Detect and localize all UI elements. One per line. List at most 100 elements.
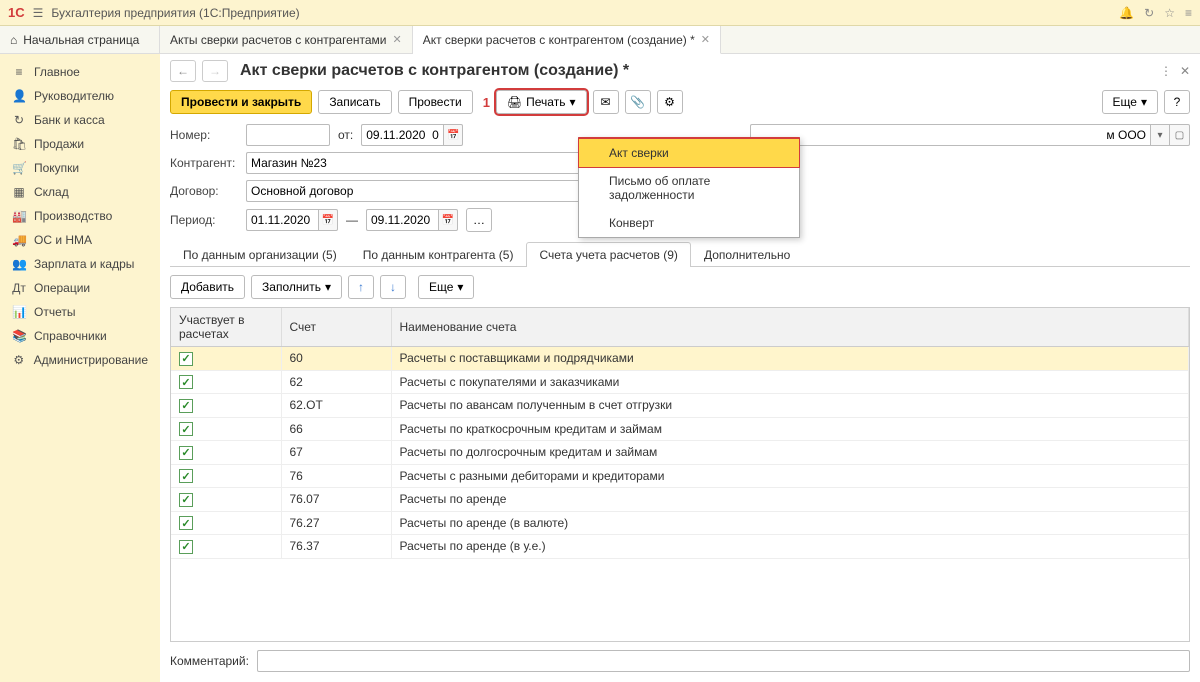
inner-tab[interactable]: По данным контрагента (5) bbox=[350, 242, 527, 267]
table-row[interactable]: ✓62.ОТРасчеты по авансам полученным в сч… bbox=[171, 394, 1189, 418]
envelope-icon: ✉ bbox=[600, 95, 610, 109]
post-and-close-button[interactable]: Провести и закрыть bbox=[170, 90, 312, 114]
table-row[interactable]: ✓76.07Расчеты по аренде bbox=[171, 488, 1189, 512]
column-header[interactable]: Участвует в расчетах bbox=[171, 308, 281, 347]
period-label: Период: bbox=[170, 213, 238, 227]
save-button[interactable]: Записать bbox=[318, 90, 391, 114]
forward-button[interactable]: → bbox=[202, 60, 228, 82]
period-from-input[interactable] bbox=[246, 209, 318, 231]
table-row[interactable]: ✓66Расчеты по краткосрочным кредитам и з… bbox=[171, 417, 1189, 441]
sidebar-label: Руководителю bbox=[34, 89, 114, 103]
name-cell: Расчеты по аренде (в у.е.) bbox=[391, 535, 1189, 559]
checkbox[interactable]: ✓ bbox=[179, 446, 193, 460]
sidebar-item[interactable]: 👥Зарплата и кадры bbox=[0, 252, 160, 276]
number-input[interactable] bbox=[246, 124, 330, 146]
sidebar-icon: 🛒 bbox=[12, 161, 26, 175]
process-button[interactable]: ⚙ bbox=[657, 90, 683, 114]
email-button[interactable]: ✉ bbox=[593, 90, 619, 114]
post-button[interactable]: Провести bbox=[398, 90, 473, 114]
attach-button[interactable]: 📎 bbox=[625, 90, 651, 114]
organization-input[interactable] bbox=[750, 124, 1150, 146]
print-menu-item[interactable]: Конверт bbox=[579, 209, 799, 237]
fill-label: Заполнить bbox=[262, 280, 321, 294]
table-row[interactable]: ✓67Расчеты по долгосрочным кредитам и за… bbox=[171, 441, 1189, 465]
history-icon[interactable]: ↻ bbox=[1144, 6, 1154, 20]
name-cell: Расчеты по аренде (в валюте) bbox=[391, 511, 1189, 535]
comment-input[interactable] bbox=[257, 650, 1190, 672]
home-tab[interactable]: ⌂ Начальная страница bbox=[0, 26, 160, 53]
sidebar-icon: 🛍 bbox=[12, 137, 26, 151]
sidebar-icon: ▦ bbox=[12, 185, 26, 199]
table-row[interactable]: ✓62Расчеты с покупателями и заказчиками bbox=[171, 370, 1189, 394]
sidebar-item[interactable]: ⚙Администрирование bbox=[0, 348, 160, 372]
move-down-button[interactable]: ↓ bbox=[380, 275, 406, 299]
move-up-button[interactable]: ↑ bbox=[348, 275, 374, 299]
print-menu-item[interactable]: Письмо об оплате задолженности bbox=[579, 167, 799, 209]
checkbox[interactable]: ✓ bbox=[179, 375, 193, 389]
period-to-input[interactable] bbox=[366, 209, 438, 231]
checkbox[interactable]: ✓ bbox=[179, 399, 193, 413]
print-button[interactable]: 🖨 Печать ▾ bbox=[496, 90, 587, 114]
table-row[interactable]: ✓76Расчеты с разными дебиторами и кредит… bbox=[171, 464, 1189, 488]
app-logo: 1C bbox=[8, 5, 25, 20]
sidebar-item[interactable]: ↻Банк и касса bbox=[0, 108, 160, 132]
sidebar-item[interactable]: 🚚ОС и НМА bbox=[0, 228, 160, 252]
period-select-button[interactable]: … bbox=[466, 208, 492, 232]
fill-button[interactable]: Заполнить ▾ bbox=[251, 275, 342, 299]
print-dropdown: Акт сверки Письмо об оплате задолженност… bbox=[578, 137, 800, 238]
checkbox[interactable]: ✓ bbox=[179, 540, 193, 554]
help-button[interactable]: ? bbox=[1164, 90, 1190, 114]
checkbox[interactable]: ✓ bbox=[179, 422, 193, 436]
sidebar-item[interactable]: ДтОперации bbox=[0, 276, 160, 300]
checkbox[interactable]: ✓ bbox=[179, 352, 193, 366]
name-cell: Расчеты по авансам полученным в счет отг… bbox=[391, 394, 1189, 418]
print-menu-item[interactable]: Акт сверки bbox=[579, 139, 799, 167]
tab-1[interactable]: Акты сверки расчетов с контрагентами ✕ bbox=[160, 26, 413, 53]
checkbox[interactable]: ✓ bbox=[179, 469, 193, 483]
calendar-icon[interactable]: 📅 bbox=[318, 209, 338, 231]
inner-tab[interactable]: По данным организации (5) bbox=[170, 242, 350, 267]
home-label: Начальная страница bbox=[23, 33, 139, 47]
checkbox[interactable]: ✓ bbox=[179, 516, 193, 530]
sidebar-item[interactable]: ▦Склад bbox=[0, 180, 160, 204]
table-row[interactable]: ✓76.27Расчеты по аренде (в валюте) bbox=[171, 511, 1189, 535]
sidebar-item[interactable]: 👤Руководителю bbox=[0, 84, 160, 108]
date-input[interactable] bbox=[361, 124, 443, 146]
table-row[interactable]: ✓60Расчеты с поставщиками и подрядчиками bbox=[171, 347, 1189, 371]
star-icon[interactable]: ☆ bbox=[1164, 6, 1175, 20]
close-icon[interactable]: ✕ bbox=[701, 33, 710, 46]
calendar-icon[interactable]: 📅 bbox=[438, 209, 458, 231]
menu-icon[interactable]: ☰ bbox=[33, 6, 44, 20]
title-bar: 1C ☰ Бухгалтерия предприятия (1С:Предпри… bbox=[0, 0, 1200, 26]
sidebar-item[interactable]: 📊Отчеты bbox=[0, 300, 160, 324]
dropdown-icon[interactable]: ▾ bbox=[1150, 124, 1170, 146]
back-button[interactable]: ← bbox=[170, 60, 196, 82]
close-icon[interactable]: ✕ bbox=[392, 33, 401, 46]
paperclip-icon: 📎 bbox=[630, 95, 645, 109]
open-icon[interactable]: ▢ bbox=[1170, 124, 1190, 146]
settings-icon[interactable]: ≡ bbox=[1185, 6, 1192, 20]
close-icon[interactable]: ✕ bbox=[1180, 64, 1190, 78]
sidebar-item[interactable]: 📚Справочники bbox=[0, 324, 160, 348]
bell-icon[interactable]: 🔔 bbox=[1119, 6, 1134, 20]
column-header[interactable]: Наименование счета bbox=[391, 308, 1189, 347]
tab-2[interactable]: Акт сверки расчетов с контрагентом (созд… bbox=[413, 26, 721, 54]
add-button[interactable]: Добавить bbox=[170, 275, 245, 299]
inner-tab[interactable]: Счета учета расчетов (9) bbox=[526, 242, 690, 267]
more-button[interactable]: Еще ▾ bbox=[1102, 90, 1158, 114]
more-button[interactable]: Еще ▾ bbox=[418, 275, 474, 299]
kebab-icon[interactable]: ⋮ bbox=[1160, 64, 1172, 78]
inner-tab[interactable]: Дополнительно bbox=[691, 242, 803, 267]
name-cell: Расчеты с разными дебиторами и кредитора… bbox=[391, 464, 1189, 488]
sidebar-label: ОС и НМА bbox=[34, 233, 92, 247]
sidebar-item[interactable]: 🛍Продажи bbox=[0, 132, 160, 156]
sidebar-item[interactable]: ≡Главное bbox=[0, 60, 160, 84]
app-title: Бухгалтерия предприятия (1С:Предприятие) bbox=[51, 6, 1119, 20]
sidebar-item[interactable]: 🛒Покупки bbox=[0, 156, 160, 180]
calendar-icon[interactable]: 📅 bbox=[443, 124, 463, 146]
sidebar-item[interactable]: 🏭Производство bbox=[0, 204, 160, 228]
account-cell: 76.07 bbox=[281, 488, 391, 512]
checkbox[interactable]: ✓ bbox=[179, 493, 193, 507]
column-header[interactable]: Счет bbox=[281, 308, 391, 347]
table-row[interactable]: ✓76.37Расчеты по аренде (в у.е.) bbox=[171, 535, 1189, 559]
